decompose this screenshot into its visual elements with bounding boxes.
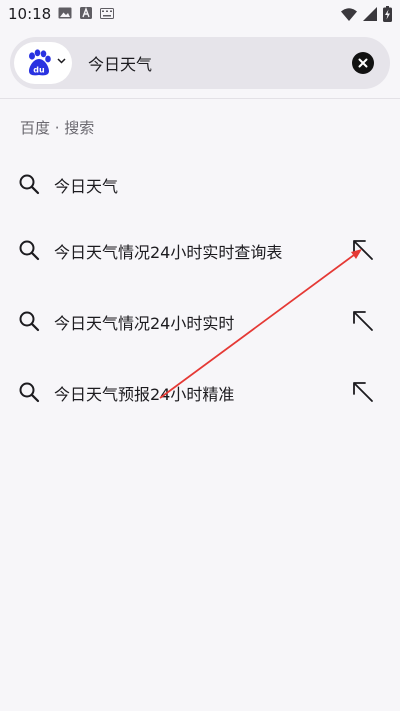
search-input[interactable]: 今日天气 — [88, 51, 152, 75]
section-header: 百度 · 搜索 — [20, 119, 95, 137]
suggestion-label: 今日天气情况24小时实时 — [54, 314, 235, 333]
battery-charging-icon — [383, 6, 392, 22]
suggestion-item[interactable]: 今日天气情况24小时实时 — [0, 291, 400, 351]
clear-button[interactable] — [352, 52, 374, 74]
arrow-up-left-icon[interactable] — [350, 379, 376, 405]
suggestion-item[interactable]: 今日天气情况24小时实时查询表 — [0, 220, 400, 280]
search-icon — [19, 311, 40, 332]
image-icon — [58, 7, 72, 19]
status-bar: 10:18 — [0, 0, 400, 28]
arrow-up-left-icon[interactable] — [350, 237, 376, 263]
keyboard-icon — [100, 7, 114, 19]
arrow-up-left-icon[interactable] — [350, 308, 376, 334]
baidu-logo: du — [29, 49, 51, 76]
search-bar[interactable]: du 今日天气 — [10, 37, 390, 89]
suggestion-label: 今日天气预报24小时精准 — [54, 385, 235, 404]
close-icon — [358, 58, 368, 68]
search-icon — [19, 382, 40, 403]
text-a-icon — [80, 7, 92, 19]
search-engine-selector[interactable]: du — [14, 42, 72, 84]
search-icon — [19, 240, 40, 261]
suggestion-item[interactable]: 今日天气预报24小时精准 — [0, 362, 400, 422]
wifi-icon — [341, 7, 357, 21]
chevron-down-icon — [57, 58, 66, 64]
search-icon — [19, 174, 40, 195]
suggestion-label: 今日天气情况24小时实时查询表 — [54, 243, 283, 262]
signal-icon — [363, 7, 377, 21]
divider — [0, 98, 400, 99]
annotation-arrow — [159, 249, 362, 399]
suggestion-label: 今日天气 — [54, 177, 119, 196]
suggestion-item[interactable]: 今日天气 — [0, 154, 400, 214]
svg-text:du: du — [33, 66, 45, 75]
status-time: 10:18 — [8, 5, 52, 23]
